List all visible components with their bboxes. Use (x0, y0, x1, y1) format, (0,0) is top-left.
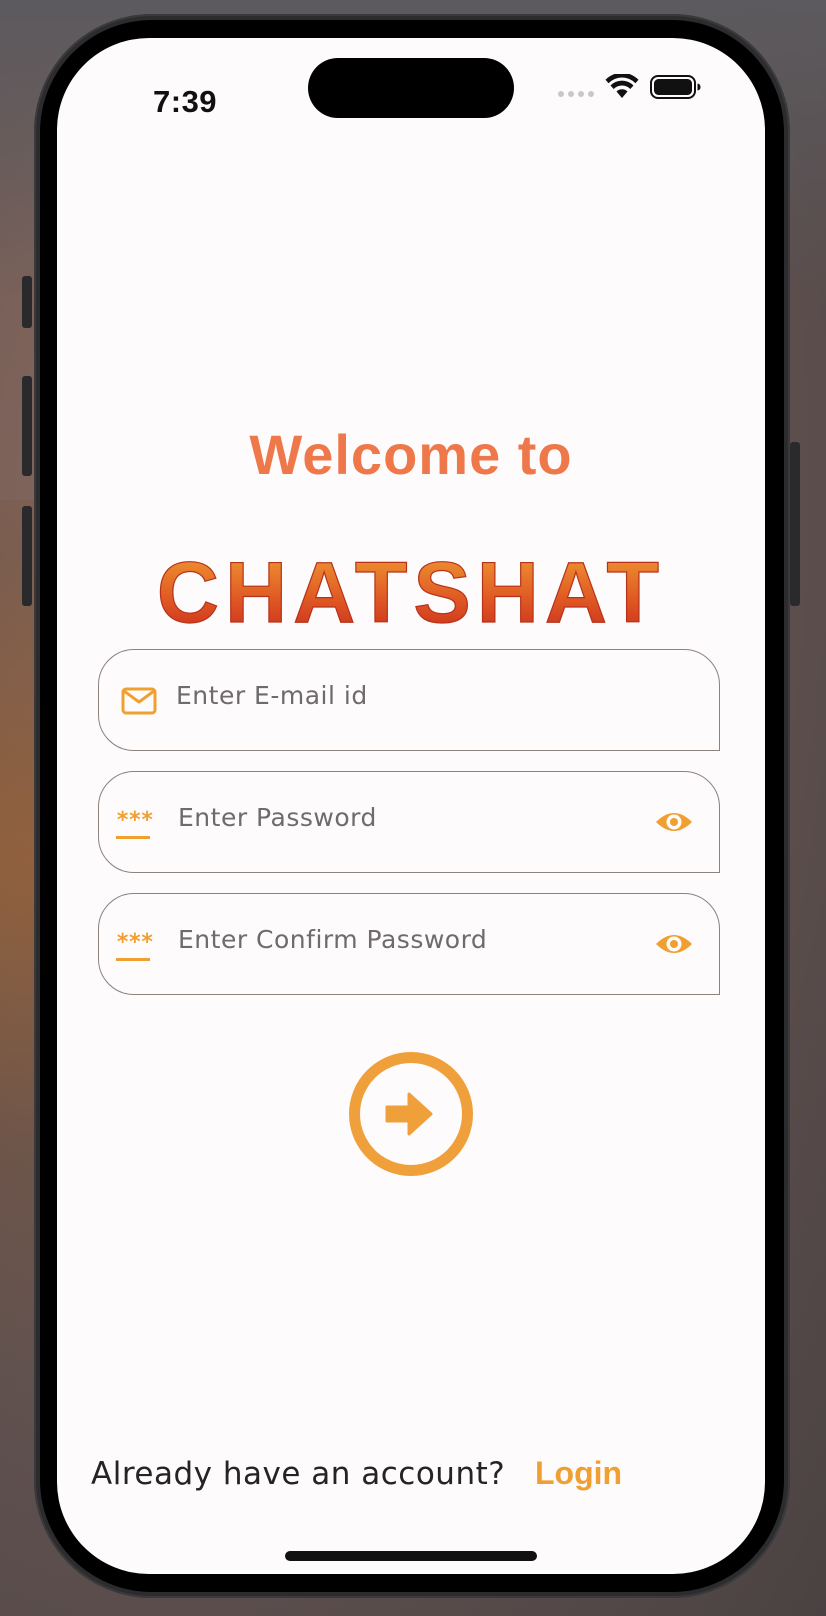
submit-button[interactable] (349, 1052, 473, 1176)
arrow-right-circle-icon (385, 1092, 433, 1136)
cellular-signal-icon (558, 91, 594, 97)
brand-logo: CHATSHAT (156, 544, 665, 638)
welcome-heading: Welcome to (249, 423, 573, 486)
home-indicator (285, 1551, 537, 1561)
phone-action-button (22, 276, 32, 328)
app-screen: 7:39 Welcome to CHATSHAT Enter E-mail id (57, 38, 765, 1574)
email-field[interactable]: Enter E-mail id (98, 649, 720, 751)
confirm-password-icon-mask: *** (116, 930, 154, 955)
email-field-placeholder: Enter E-mail id (176, 681, 368, 710)
mail-icon (121, 687, 157, 715)
eye-icon[interactable] (655, 806, 693, 838)
status-time: 7:39 (153, 84, 218, 119)
password-icon: *** (116, 810, 154, 839)
phone-volume-up-button (22, 376, 32, 476)
brand-logo-text: CHATSHAT (157, 545, 665, 638)
login-prompt-row: Already have an account? Login (91, 1455, 731, 1492)
wifi-icon (605, 74, 639, 98)
phone-power-button (790, 442, 800, 606)
password-icon: *** (116, 932, 154, 961)
confirm-password-field-placeholder: Enter Confirm Password (178, 925, 488, 954)
login-prompt-text: Already have an account? (91, 1456, 506, 1492)
password-icon-mask: *** (116, 808, 154, 833)
battery-icon (650, 75, 701, 99)
password-field-placeholder: Enter Password (178, 803, 377, 832)
dynamic-island (308, 58, 514, 118)
phone-volume-down-button (22, 506, 32, 606)
confirm-password-field[interactable]: *** Enter Confirm Password (98, 893, 720, 995)
eye-icon[interactable] (655, 928, 693, 960)
login-link[interactable]: Login (535, 1455, 622, 1492)
password-field[interactable]: *** Enter Password (98, 771, 720, 873)
